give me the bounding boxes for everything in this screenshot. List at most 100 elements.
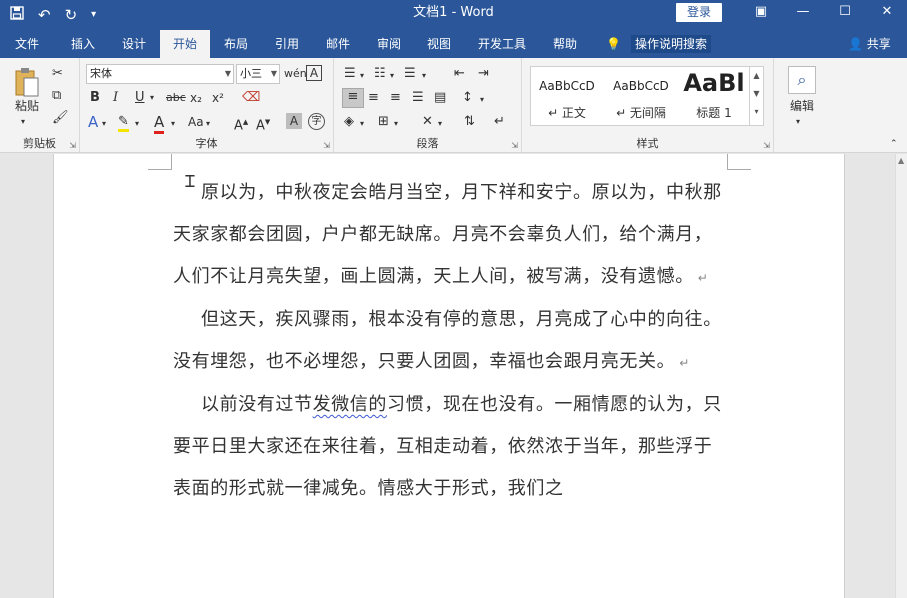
chevron-down-icon[interactable]: ▾ [360, 68, 364, 84]
tab-file[interactable]: 文件 [4, 30, 50, 58]
tab-help[interactable]: 帮助 [540, 30, 590, 58]
style-normal[interactable]: AaBbCcD ↵ 正文 [531, 67, 603, 125]
sort-icon[interactable]: ⇅ [464, 114, 475, 130]
line-spacing-icon[interactable]: ↕ [462, 90, 473, 106]
font-size-combo[interactable]: 小三 ▼ [236, 64, 280, 84]
chinese-layout-icon[interactable]: ✕ [422, 114, 433, 130]
italic-icon[interactable]: I [113, 90, 118, 106]
grow-font-icon[interactable]: A▲ [234, 114, 248, 134]
chevron-down-icon[interactable]: ▾ [390, 68, 394, 84]
character-shading-icon[interactable]: A [286, 113, 302, 129]
share-button[interactable]: 👤 共享 [848, 30, 891, 58]
tell-me[interactable]: 💡 操作说明搜索 [606, 30, 711, 58]
enclose-characters-icon[interactable]: 字 [308, 113, 325, 130]
chevron-down-icon[interactable]: ▾ [135, 116, 139, 132]
style-no-spacing[interactable]: AaBbCcD ↵ 无间隔 [605, 67, 677, 125]
undo-icon[interactable]: ↶ [38, 0, 51, 30]
save-icon[interactable] [10, 0, 24, 30]
paste-icon[interactable] [12, 66, 42, 98]
paragraph[interactable]: 以前没有过节发微信的习惯，现在也没有。一厢情愿的认为，只要平日里大家还在来往着，… [173, 384, 725, 510]
distributed-icon[interactable]: ▤ [434, 90, 446, 106]
chevron-down-icon[interactable]: ▾ [102, 116, 106, 132]
underline-dropdown-icon[interactable]: ▾ [150, 90, 154, 106]
paragraph[interactable]: 但这天，疾风骤雨，根本没有停的意思，月亮成了心中的向往。没有埋怨，也不必埋怨，只… [173, 299, 725, 384]
more-styles-icon[interactable]: ▾ [750, 103, 763, 121]
cut-icon[interactable]: ✂ [52, 66, 63, 82]
tab-insert[interactable]: 插入 [58, 30, 108, 58]
numbering-icon[interactable]: ☷ [374, 66, 386, 82]
bullets-icon[interactable]: ☰ [344, 66, 356, 82]
paragraph[interactable]: 原以为，中秋夜定会皓月当空，月下祥和安宁。原以为，中秋那天家家都会团圆，户户都无… [173, 172, 725, 299]
document-body[interactable]: 原以为，中秋夜定会皓月当空，月下祥和安宁。原以为，中秋那天家家都会团圆，户户都无… [173, 172, 725, 510]
paragraph-text: 但这天，疾风骤雨，根本没有停的意思，月亮成了心中的向往。没有埋怨，也不必埋怨，只… [173, 309, 722, 372]
minimize-icon[interactable]: — [782, 0, 824, 26]
show-marks-icon[interactable]: ↵ [494, 114, 505, 130]
clear-formatting-icon[interactable]: ⌫ [242, 90, 260, 106]
clipboard-launcher-icon[interactable]: ⇲ [69, 141, 76, 150]
bold-icon[interactable]: B [90, 90, 100, 106]
decrease-indent-icon[interactable]: ⇤ [454, 66, 465, 82]
change-case-icon[interactable]: Aa [188, 114, 204, 130]
paste-label[interactable]: 粘贴 [8, 98, 46, 114]
paragraph-mark: ↵ [679, 356, 690, 370]
chevron-down-icon[interactable]: ▼ [750, 85, 763, 103]
editing-group[interactable]: ⌕ 编辑 ▾ [774, 58, 830, 153]
tab-layout[interactable]: 布局 [212, 30, 260, 58]
ribbon-display-icon[interactable]: ▣ [740, 0, 782, 26]
customize-qat-icon[interactable]: ▾ [91, 0, 96, 30]
justify-icon[interactable]: ☰ [412, 90, 424, 106]
chevron-up-icon[interactable]: ▲ [750, 67, 763, 85]
chevron-down-icon[interactable]: ▾ [394, 116, 398, 132]
align-center-icon[interactable]: ≡ [368, 90, 379, 106]
phonetic-guide-icon[interactable]: wén [284, 66, 307, 82]
style-name: ↵ 正文 [548, 106, 586, 120]
tab-design[interactable]: 设计 [110, 30, 158, 58]
font-color-icon[interactable]: A [154, 113, 165, 134]
borders-icon[interactable]: ⊞ [378, 114, 389, 130]
shading-icon[interactable]: ◈ [344, 114, 354, 130]
shrink-font-icon[interactable]: A▼ [256, 114, 270, 134]
font-launcher-icon[interactable]: ⇲ [323, 141, 330, 150]
chevron-down-icon[interactable]: ▾ [171, 116, 175, 132]
paragraph-launcher-icon[interactable]: ⇲ [511, 141, 518, 150]
vertical-scrollbar[interactable]: ▲ [895, 154, 907, 598]
styles-launcher-icon[interactable]: ⇲ [763, 141, 770, 150]
grammar-squiggle[interactable]: 发微信的 [313, 394, 387, 415]
format-painter-icon[interactable]: 🖌 [52, 110, 69, 126]
character-border-icon[interactable]: A [306, 65, 322, 81]
copy-icon[interactable]: ⧉ [52, 88, 61, 104]
chevron-down-icon[interactable]: ▾ [480, 92, 484, 108]
tab-home[interactable]: 开始 [160, 30, 210, 58]
align-left-icon[interactable]: ≡ [342, 88, 364, 108]
multilevel-list-icon[interactable]: ☰ [404, 66, 416, 82]
styles-gallery-scroll[interactable]: ▲ ▼ ▾ [749, 67, 763, 125]
tab-review[interactable]: 审阅 [366, 30, 412, 58]
search-icon[interactable]: ⌕ [788, 66, 816, 94]
maximize-icon[interactable]: ☐ [824, 0, 866, 26]
chevron-down-icon[interactable]: ▾ [422, 68, 426, 84]
collapse-ribbon-icon[interactable]: ⌃ [890, 136, 898, 152]
highlight-icon[interactable]: ✎ [118, 114, 129, 132]
tab-references[interactable]: 引用 [264, 30, 310, 58]
redo-icon[interactable]: ↻ [65, 0, 78, 30]
tab-developer[interactable]: 开发工具 [470, 30, 534, 58]
login-button[interactable]: 登录 [676, 3, 722, 22]
scroll-up-icon[interactable]: ▲ [898, 156, 904, 165]
chevron-down-icon[interactable]: ▾ [206, 116, 210, 132]
subscript-icon[interactable]: x₂ [190, 90, 202, 106]
chevron-down-icon[interactable]: ▾ [438, 116, 442, 132]
tab-mailings[interactable]: 邮件 [314, 30, 362, 58]
superscript-icon[interactable]: x² [212, 90, 224, 106]
paste-dropdown-icon[interactable]: ▾ [21, 114, 25, 130]
strikethrough-icon[interactable]: abc [166, 90, 186, 106]
increase-indent-icon[interactable]: ⇥ [478, 66, 489, 82]
close-icon[interactable]: ✕ [866, 0, 907, 26]
font-name-combo[interactable]: 宋体 ▼ [86, 64, 234, 84]
underline-icon[interactable]: U [135, 90, 145, 106]
document-page[interactable]: 原以为，中秋夜定会皓月当空，月下祥和安宁。原以为，中秋那天家家都会团圆，户户都无… [53, 154, 845, 598]
align-right-icon[interactable]: ≡ [390, 90, 401, 106]
chevron-down-icon[interactable]: ▾ [360, 116, 364, 132]
tab-view[interactable]: 视图 [416, 30, 462, 58]
text-effects-icon[interactable]: A [88, 114, 98, 130]
style-heading-1[interactable]: AaBl 标题 1 [679, 67, 749, 125]
